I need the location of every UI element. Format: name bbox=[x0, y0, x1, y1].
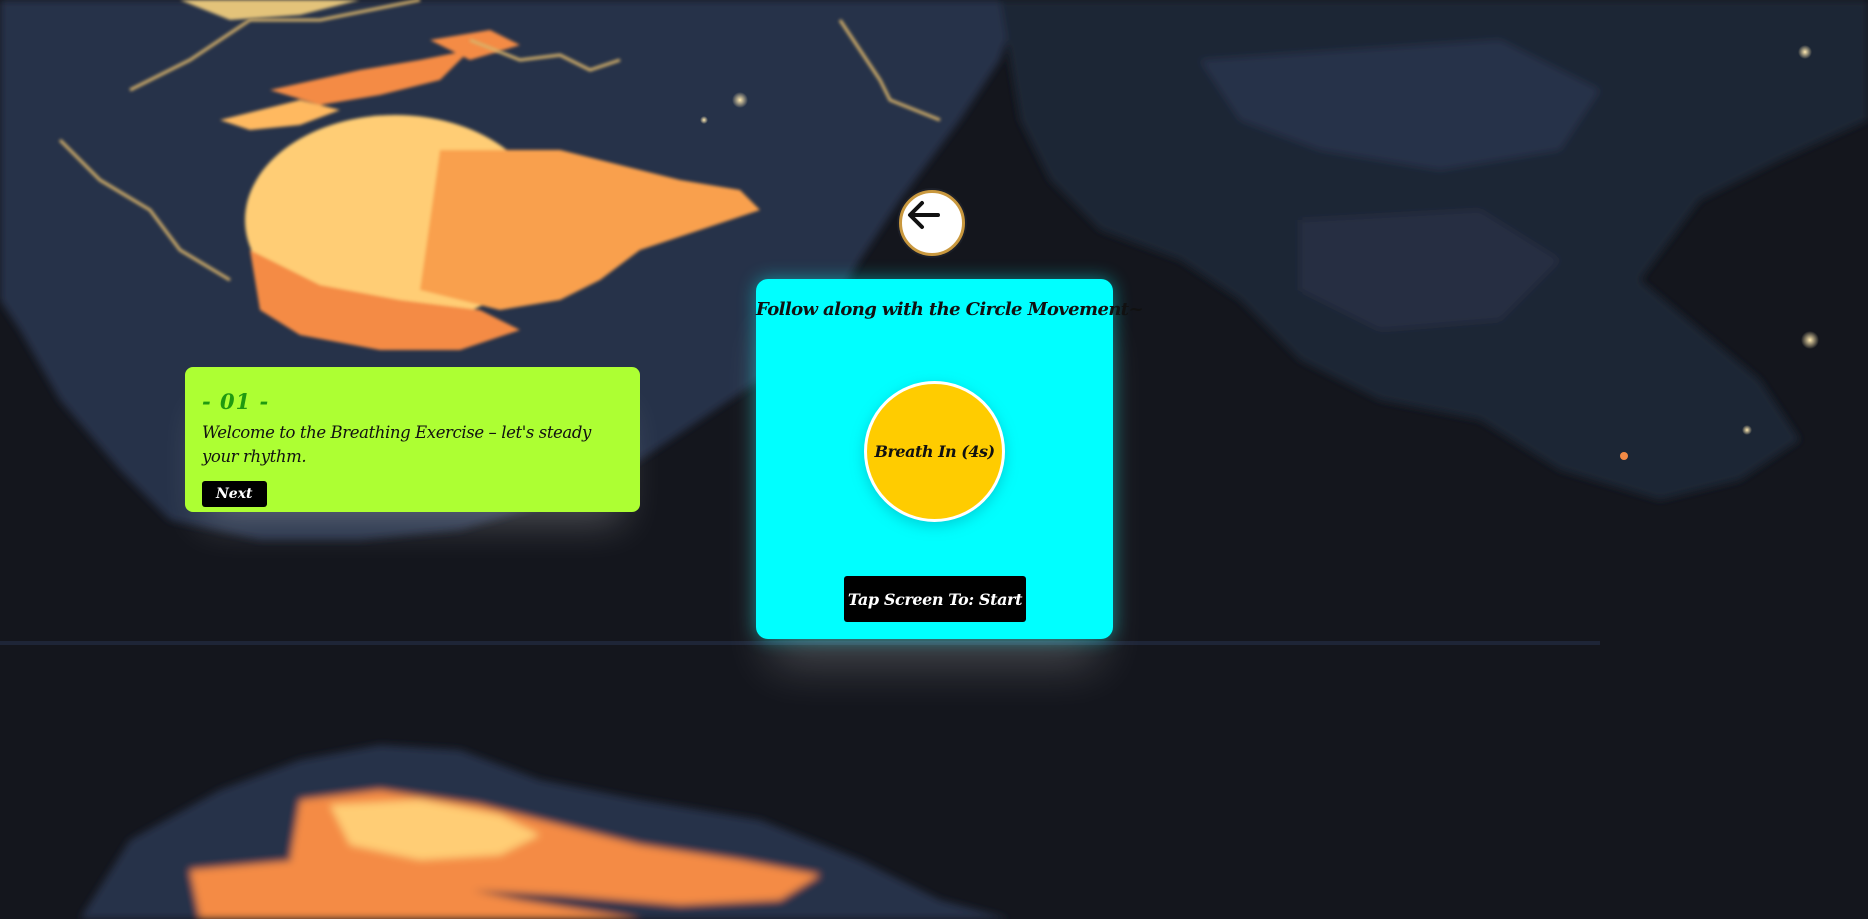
tip-step-number: - 01 - bbox=[202, 389, 270, 414]
breathing-phase-label: Breath In (4s) bbox=[874, 442, 995, 461]
tap-to-start-button[interactable]: Tap Screen To: Start bbox=[844, 576, 1026, 622]
tip-message: Welcome to the Breathing Exercise – let'… bbox=[202, 423, 591, 466]
next-button[interactable]: Next bbox=[202, 481, 267, 507]
exercise-card[interactable]: Follow along with the Circle Movement~ B… bbox=[756, 279, 1144, 639]
breathing-circle[interactable]: Breath In (4s) bbox=[864, 381, 1005, 522]
background-scene: - 01 - Welcome to the Breathing Exercise… bbox=[0, 0, 1868, 919]
exercise-title: Follow along with the Circle Movement~ bbox=[756, 299, 1144, 320]
arrow-left-icon bbox=[908, 201, 940, 229]
back-button[interactable] bbox=[899, 190, 965, 256]
tip-card: - 01 - Welcome to the Breathing Exercise… bbox=[185, 367, 640, 512]
